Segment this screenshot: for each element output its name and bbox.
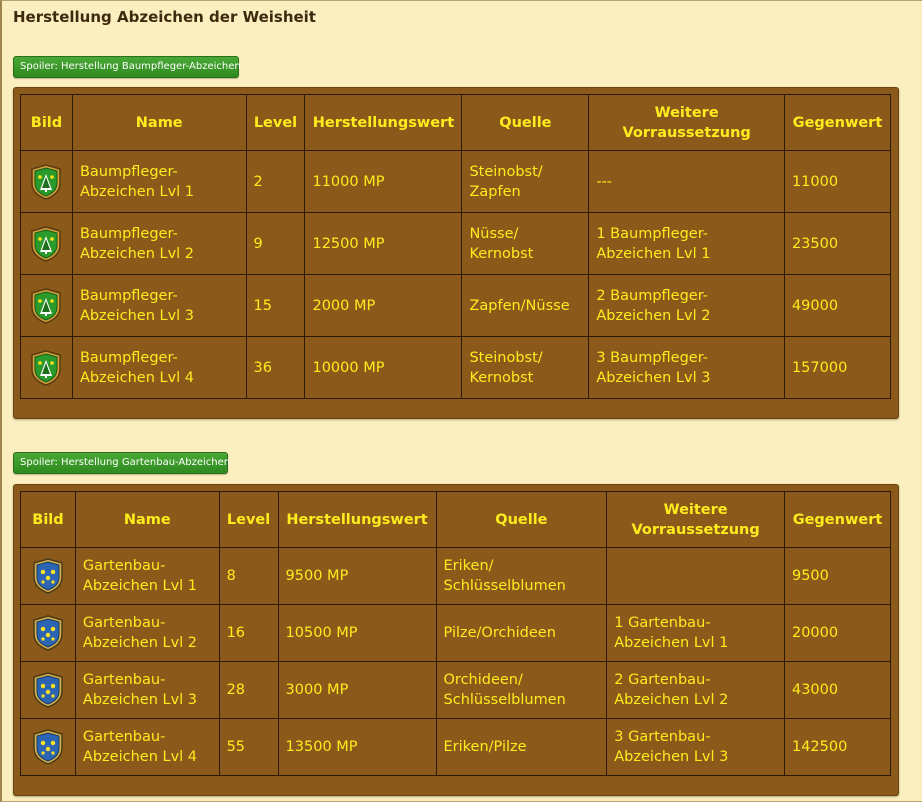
quelle-cell: Steinobst/Zapfen <box>461 150 590 213</box>
header-name: Name <box>71 94 247 151</box>
header-herstellungswert: Herstellungswert <box>304 94 463 151</box>
gegenwert-cell: 11000 <box>783 150 892 213</box>
name-cell: Gartenbau- Abzeichen Lvl 1 <box>74 547 220 605</box>
herstellungswert-cell: 11000 MP <box>304 150 463 213</box>
herstellungswert-cell: 13500 MP <box>277 718 437 776</box>
badge-image-cell <box>20 547 76 605</box>
level-cell: 36 <box>245 336 306 399</box>
table-header-row: Bild Name Level Herstellungswert Quelle … <box>20 94 892 151</box>
table-header-row: Bild Name Level Herstellungswert Quelle … <box>20 491 892 548</box>
quelle-cell: Steinobst/Kernobst <box>461 336 590 399</box>
header-gegenwert: Gegenwert <box>783 94 892 151</box>
level-cell: 15 <box>245 274 306 337</box>
level-cell: 9 <box>245 212 306 275</box>
header-quelle: Quelle <box>435 491 608 548</box>
name-cell: Gartenbau- Abzeichen Lvl 3 <box>74 661 220 719</box>
tree-badge-icon <box>29 287 63 324</box>
name-cell: Baumpfleger- Abzeichen Lvl 4 <box>71 336 247 399</box>
spoiler-button-gartenbau[interactable]: Spoiler: Herstellung Gartenbau-Abzeichen <box>13 452 230 474</box>
weitere-vorraussetzung-cell: --- <box>588 150 785 213</box>
tree-badge-icon <box>29 163 63 200</box>
gegenwert-cell: 9500 <box>783 547 892 605</box>
gegenwert-cell: 49000 <box>783 274 892 337</box>
herstellungswert-cell: 10500 MP <box>277 604 437 662</box>
table-row: Gartenbau- Abzeichen Lvl 3 28 3000 MP Orchid… <box>20 661 892 719</box>
flower-badge-icon <box>31 615 65 651</box>
table-row: Gartenbau- Abzeichen Lvl 4 55 13500 MP Erike… <box>20 718 892 776</box>
badge-image-cell <box>20 336 73 399</box>
herstellungswert-cell: 10000 MP <box>304 336 463 399</box>
herstellungswert-cell: 12500 MP <box>304 212 463 275</box>
herstellungswert-cell: 3000 MP <box>277 661 437 719</box>
level-cell: 55 <box>218 718 279 776</box>
name-cell: Baumpfleger- Abzeichen Lvl 2 <box>71 212 247 275</box>
tree-badge-icon <box>29 225 63 262</box>
header-quelle: Quelle <box>461 94 590 151</box>
quelle-cell: Eriken/Schlüsselblumen <box>435 547 608 605</box>
name-cell: Baumpfleger- Abzeichen Lvl 1 <box>71 150 247 213</box>
weitere-vorraussetzung-cell: 2 Gartenbau- Abzeichen Lvl 2 <box>606 661 785 719</box>
gartenbau-table: Bild Name Level Herstellungswert Quelle … <box>20 491 892 776</box>
name-cell: Baumpfleger- Abzeichen Lvl 3 <box>71 274 247 337</box>
weitere-vorraussetzung-cell <box>606 547 785 605</box>
quelle-cell: Zapfen/Nüsse <box>461 274 590 337</box>
badge-image-cell <box>20 604 76 662</box>
flower-badge-icon <box>31 558 65 594</box>
header-name: Name <box>74 491 220 548</box>
badge-image-cell <box>20 212 73 275</box>
page-title: Herstellung Abzeichen der Weisheit <box>13 8 316 26</box>
flower-badge-icon <box>31 672 65 708</box>
weitere-vorraussetzung-cell: 1 Gartenbau- Abzeichen Lvl 1 <box>606 604 785 662</box>
table-row: Gartenbau- Abzeichen Lvl 2 16 10500 MP Pilze… <box>20 604 892 662</box>
weitere-vorraussetzung-cell: 1 Baumpfleger- Abzeichen Lvl 1 <box>588 212 785 275</box>
herstellungswert-cell: 2000 MP <box>304 274 463 337</box>
quelle-cell: Nüsse/Kernobst <box>461 212 590 275</box>
level-cell: 16 <box>218 604 279 662</box>
weitere-vorraussetzung-cell: 3 Baumpfleger- Abzeichen Lvl 3 <box>588 336 785 399</box>
header-weitere-vorraussetzung: Weitere Vorraussetzung <box>588 94 785 151</box>
table-row: Baumpfleger- Abzeichen Lvl 3 15 2000 MP Zapf… <box>20 274 892 337</box>
table-row: Baumpfleger- Abzeichen Lvl 1 2 11000 MP Stei… <box>20 150 892 213</box>
gegenwert-cell: 157000 <box>783 336 892 399</box>
header-herstellungswert: Herstellungswert <box>277 491 437 548</box>
badge-image-cell <box>20 661 76 719</box>
header-weitere-vorraussetzung: Weitere Vorraussetzung <box>606 491 785 548</box>
table-row: Baumpfleger- Abzeichen Lvl 2 9 12500 MP Nüss… <box>20 212 892 275</box>
baumpfleger-table: Bild Name Level Herstellungswert Quelle … <box>20 94 892 399</box>
quelle-cell: Orchideen/Schlüsselblumen <box>435 661 608 719</box>
table-row: Gartenbau- Abzeichen Lvl 1 8 9500 MP Eriken/… <box>20 547 892 605</box>
tree-badge-icon <box>29 349 63 386</box>
header-gegenwert: Gegenwert <box>783 491 892 548</box>
name-cell: Gartenbau- Abzeichen Lvl 4 <box>74 718 220 776</box>
herstellungswert-cell: 9500 MP <box>277 547 437 605</box>
quelle-cell: Eriken/Pilze <box>435 718 608 776</box>
gegenwert-cell: 20000 <box>783 604 892 662</box>
header-bild: Bild <box>20 94 73 151</box>
level-cell: 8 <box>218 547 279 605</box>
gegenwert-cell: 23500 <box>783 212 892 275</box>
spoiler-content-gartenbau: Bild Name Level Herstellungswert Quelle … <box>13 484 899 796</box>
spoiler-button-baumpfleger[interactable]: Spoiler: Herstellung Baumpfleger-Abzeich… <box>13 56 241 78</box>
gegenwert-cell: 43000 <box>783 661 892 719</box>
badge-image-cell <box>20 150 73 213</box>
badge-image-cell <box>20 274 73 337</box>
table-row: Baumpfleger- Abzeichen Lvl 4 36 10000 MP Ste… <box>20 336 892 399</box>
spoiler-content-baumpfleger: Bild Name Level Herstellungswert Quelle … <box>13 87 899 419</box>
name-cell: Gartenbau- Abzeichen Lvl 2 <box>74 604 220 662</box>
quelle-cell: Pilze/Orchideen <box>435 604 608 662</box>
level-cell: 28 <box>218 661 279 719</box>
level-cell: 2 <box>245 150 306 213</box>
gegenwert-cell: 142500 <box>783 718 892 776</box>
badge-image-cell <box>20 718 76 776</box>
flower-badge-icon <box>31 729 65 765</box>
header-level: Level <box>245 94 306 151</box>
weitere-vorraussetzung-cell: 2 Baumpfleger- Abzeichen Lvl 2 <box>588 274 785 337</box>
header-bild: Bild <box>20 491 76 548</box>
weitere-vorraussetzung-cell: 3 Gartenbau- Abzeichen Lvl 3 <box>606 718 785 776</box>
header-level: Level <box>218 491 279 548</box>
